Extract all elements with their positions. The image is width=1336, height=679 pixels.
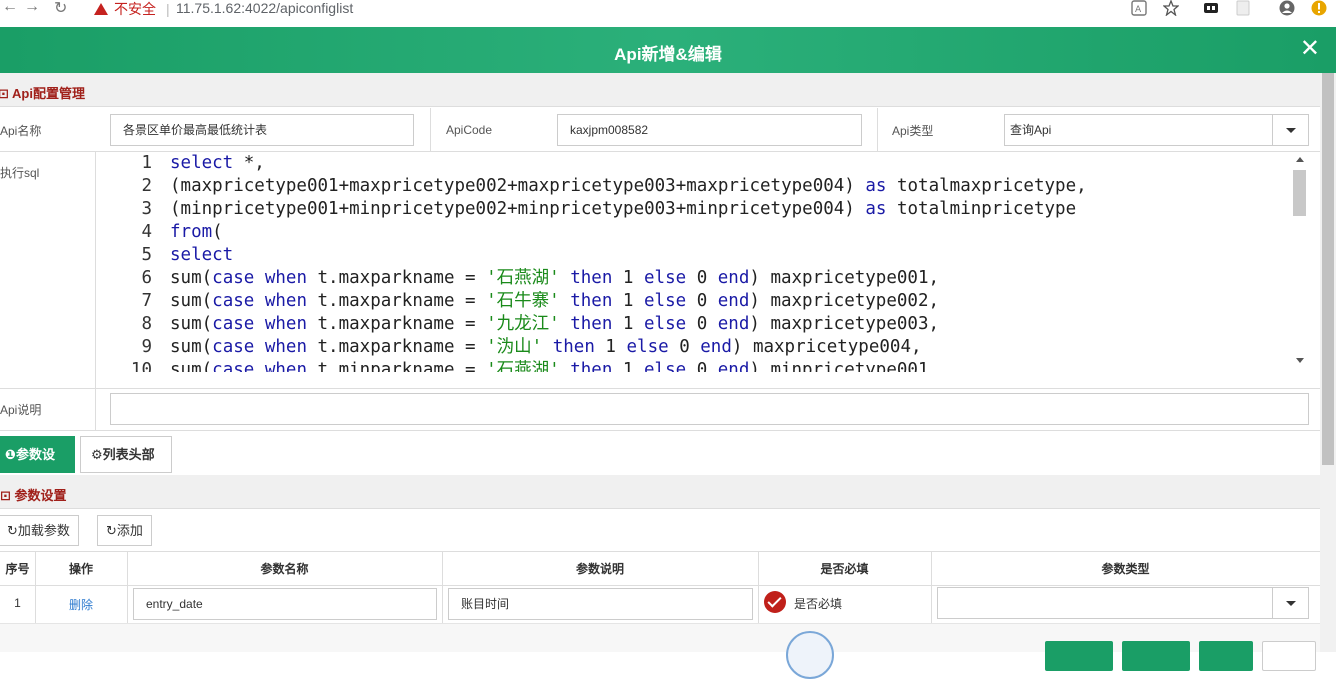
- extension-icon-2[interactable]: [1235, 0, 1251, 16]
- params-section-title: ⊡ 参数设置: [0, 488, 67, 503]
- code-line: 10 sum(case when t.minparkname = '石燕湖' th…: [130, 360, 929, 372]
- sql-code-editor[interactable]: 1 select *, 2 (maxpricetype001+maxpricetyp…: [96, 152, 1310, 372]
- footer-button[interactable]: [1045, 641, 1113, 671]
- api-name-input[interactable]: 各景区单价最高最低统计表: [110, 114, 414, 146]
- bookmark-star-icon[interactable]: [1163, 0, 1179, 16]
- section-icon: ⊡: [0, 86, 9, 101]
- chevron-down-icon[interactable]: [1272, 588, 1308, 618]
- back-icon[interactable]: ←: [2, 0, 18, 16]
- config-section-header: ⊡ Api配置管理: [0, 73, 1320, 107]
- param-desc-input[interactable]: 账目时间: [448, 588, 753, 620]
- scroll-down-icon[interactable]: [1296, 358, 1304, 363]
- editor-scrollbar[interactable]: [1292, 152, 1308, 372]
- modal-header: Api新增&编辑 ✕: [0, 27, 1336, 73]
- divider: [0, 585, 1320, 586]
- svg-text:A: A: [1135, 5, 1142, 15]
- address-bar[interactable]: 11.75.1.62:4022/apiconfiglist: [176, 0, 353, 16]
- divider: [0, 551, 1320, 552]
- divider: [0, 388, 1320, 389]
- param-type-select[interactable]: [937, 587, 1309, 619]
- refresh-icon: ↻: [106, 523, 117, 538]
- api-desc-input[interactable]: [110, 393, 1309, 425]
- info-icon: ❶: [5, 447, 17, 462]
- sql-label: 执行sql: [0, 166, 40, 180]
- chevron-down-icon[interactable]: [1272, 115, 1308, 145]
- divider: [0, 430, 1320, 431]
- delete-link[interactable]: 删除: [35, 596, 127, 613]
- divider: [430, 108, 431, 152]
- table-header: 参数类型: [1101, 562, 1150, 576]
- translate-icon[interactable]: A: [1131, 0, 1147, 16]
- scroll-thumb[interactable]: [1293, 170, 1306, 216]
- table-header: 参数名称: [260, 562, 309, 576]
- load-params-button[interactable]: ↻加载参数: [0, 515, 79, 546]
- forward-icon[interactable]: →: [24, 0, 40, 16]
- config-section-title: ⊡ Api配置管理: [0, 86, 85, 101]
- row-index: 1: [14, 596, 21, 610]
- api-type-label: Api类型: [892, 124, 934, 138]
- required-checkbox[interactable]: [764, 591, 786, 613]
- divider: [877, 108, 878, 152]
- code-line: 4 from(: [141, 222, 223, 242]
- section-icon: ⊡: [0, 488, 11, 503]
- table-header: 操作: [68, 562, 93, 576]
- page-scroll-thumb[interactable]: [1322, 73, 1334, 465]
- table-header: 是否必填: [820, 562, 869, 576]
- api-type-select[interactable]: 查询Api: [1004, 114, 1309, 146]
- api-code-input[interactable]: kaxjpm008582: [557, 114, 862, 146]
- api-code-label: ApiCode: [446, 123, 493, 137]
- gear-icon: ⚙: [91, 447, 103, 462]
- extension-icon[interactable]: [1203, 0, 1219, 16]
- code-line: 3 (minpricetype001+minpricetype002+minpri…: [141, 199, 1077, 219]
- modal-title: Api新增&编辑: [614, 45, 722, 64]
- profile-icon[interactable]: [1279, 0, 1295, 16]
- browser-toolbar: ← → ↻ 不安全 | 11.75.1.62:4022/apiconfiglis…: [0, 0, 1336, 18]
- api-desc-label: Api说明: [0, 403, 42, 417]
- update-alert-icon[interactable]: [1311, 0, 1327, 16]
- tab-list-header[interactable]: ⚙列表头部: [80, 436, 172, 473]
- code-line: 1 select *,: [141, 153, 265, 173]
- security-warning[interactable]: 不安全: [94, 0, 156, 19]
- divider: [95, 388, 96, 430]
- warning-icon: [94, 3, 108, 15]
- footer-button[interactable]: [1199, 641, 1253, 671]
- footer-button[interactable]: [1122, 641, 1190, 671]
- add-param-button[interactable]: ↻添加: [97, 515, 152, 546]
- param-name-input[interactable]: entry_date: [133, 588, 437, 620]
- security-label: 不安全: [114, 1, 156, 17]
- code-line: 2 (maxpricetype001+maxpricetype002+maxpri…: [141, 176, 1087, 196]
- page-scrollbar[interactable]: [1320, 73, 1336, 652]
- code-line: 9 sum(case when t.maxparkname = '沩山' then…: [141, 337, 922, 357]
- code-line: 8 sum(case when t.maxparkname = '九龙江' the…: [141, 314, 940, 334]
- loading-spinner: [786, 631, 834, 679]
- footer-button[interactable]: [1262, 641, 1316, 671]
- table-header: 序号: [5, 562, 30, 576]
- tab-params[interactable]: ❶参数设置: [0, 436, 75, 497]
- api-name-label: Api名称: [0, 124, 42, 138]
- refresh-icon: ↻: [7, 523, 18, 538]
- code-line: 5 select: [141, 245, 234, 265]
- code-line: 7 sum(case when t.maxparkname = '石牛寨' the…: [141, 291, 940, 311]
- close-icon[interactable]: ✕: [1300, 37, 1320, 61]
- table-header: 参数说明: [575, 562, 624, 576]
- required-label: 是否必填: [794, 597, 843, 611]
- scroll-up-icon[interactable]: [1296, 157, 1304, 162]
- reload-icon[interactable]: ↻: [54, 0, 67, 18]
- url-separator: |: [166, 1, 170, 17]
- params-section-header: ⊡ 参数设置: [0, 475, 1320, 509]
- api-type-selected: 查询Api: [1010, 123, 1052, 137]
- code-line: 6 sum(case when t.maxparkname = '石燕湖' the…: [141, 268, 940, 288]
